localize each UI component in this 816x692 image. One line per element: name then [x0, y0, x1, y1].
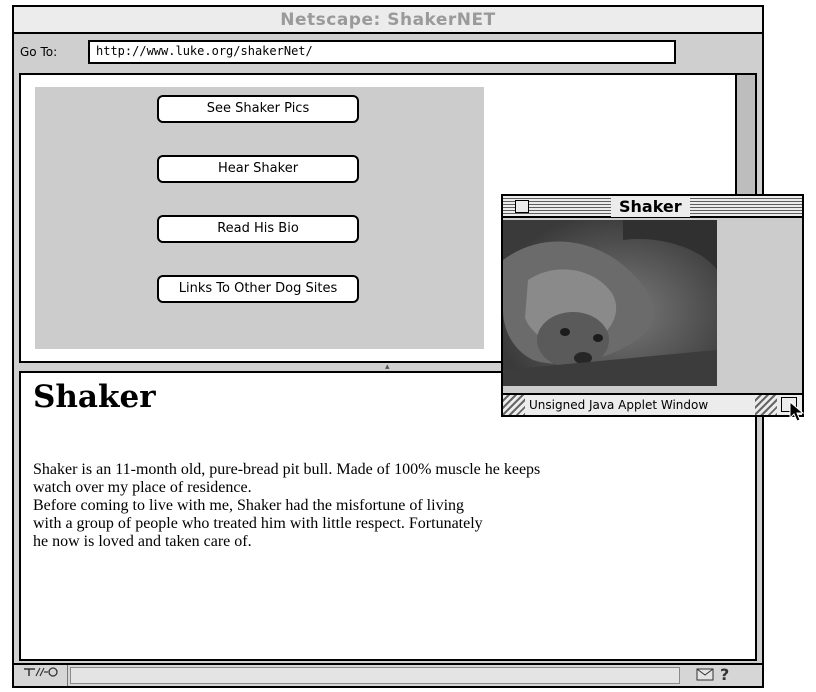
url-field[interactable]: http://www.luke.org/shakerNet/	[88, 40, 676, 64]
see-shaker-pics-button[interactable]: See Shaker Pics	[157, 95, 359, 123]
nav-panel: See Shaker Pics Hear Shaker Read His Bio…	[35, 87, 484, 349]
warning-stripe-icon	[755, 395, 777, 415]
warning-stripe-icon	[503, 395, 525, 415]
read-bio-button[interactable]: Read His Bio	[157, 215, 359, 243]
paragraph-line: watch over my place of residence.	[33, 479, 252, 496]
applet-warning-label: Unsigned Java Applet Window	[529, 398, 709, 412]
java-applet-window: Shaker Unsigned Java Applet Window	[501, 194, 804, 417]
status-bar: ?	[14, 663, 762, 686]
mouse-pointer-icon	[789, 400, 805, 427]
applet-title-bar[interactable]: Shaker	[503, 196, 802, 218]
divider-grip-icon[interactable]: ▴	[385, 363, 390, 372]
broken-key-icon[interactable]	[14, 665, 68, 686]
dog-photo	[503, 220, 717, 386]
applet-title: Shaker	[611, 196, 690, 217]
mail-icon[interactable]	[696, 668, 714, 685]
paragraph-line: Shaker is an 11-month old, pure-bread pi…	[33, 461, 541, 478]
close-box-icon[interactable]	[515, 200, 529, 213]
paragraph-line: Before coming to live with me, Shaker ha…	[33, 497, 465, 514]
links-dog-sites-button[interactable]: Links To Other Dog Sites	[157, 275, 359, 303]
status-message-field	[70, 667, 680, 684]
applet-status-bar: Unsigned Java Applet Window	[503, 393, 802, 415]
page-heading: Shaker	[33, 379, 156, 415]
window-title[interactable]: Netscape: ShakerNET	[14, 7, 762, 34]
goto-label: Go To:	[20, 45, 58, 59]
paragraph-line: he now is loved and taken care of.	[33, 533, 252, 550]
help-icon[interactable]: ?	[720, 665, 729, 684]
paragraph-line: with a group of people who treated him w…	[33, 515, 483, 532]
hear-shaker-button[interactable]: Hear Shaker	[157, 155, 359, 183]
